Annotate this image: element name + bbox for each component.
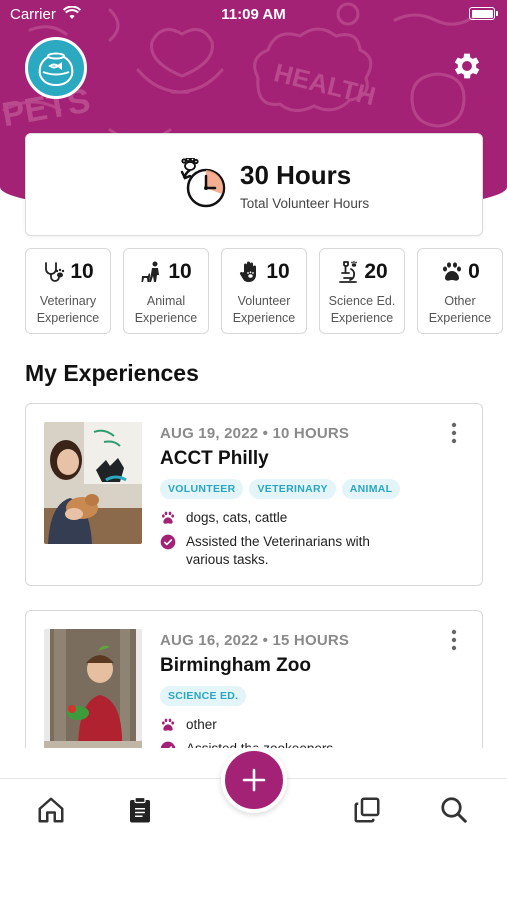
category-label: Science Ed. Experience [328, 294, 396, 325]
doodle-text-health: HEALTH [271, 57, 379, 111]
experience-tags: VOLUNTEER VETERINARY ANIMAL [160, 479, 401, 499]
person-dog-icon [141, 261, 160, 282]
experience-list[interactable]: AUG 19, 2022 • 10 HOURS ACCT Philly VOLU… [0, 403, 507, 748]
experience-animals: dogs, cats, cattle [186, 510, 288, 525]
category-count: 10 [70, 260, 94, 283]
total-hours-card: 30 Hours Total Volunteer Hours [25, 133, 483, 236]
category-tile-other[interactable]: 0 Other Experience [417, 248, 503, 334]
experience-animals-row: other [160, 716, 217, 734]
experience-date-hours: AUG 16, 2022 • 15 HOURS [160, 632, 350, 649]
check-circle-icon [160, 741, 176, 748]
stethoscope-paw-icon [45, 262, 65, 282]
category-label: Veterinary Experience [36, 294, 100, 325]
category-label: Animal Experience [134, 294, 198, 325]
category-tile-veterinary[interactable]: 10 Veterinary Experience [25, 248, 111, 334]
clock-paw-icon [180, 158, 226, 208]
home-icon[interactable] [36, 795, 66, 825]
category-count: 20 [364, 260, 388, 283]
total-hours-label: Total Volunteer Hours [240, 196, 370, 211]
copy-icon[interactable] [352, 795, 382, 825]
battery-icon [469, 7, 498, 20]
paw-icon [162, 718, 174, 731]
search-icon[interactable] [439, 795, 469, 825]
status-bar: Carrier 11:09 AM [0, 0, 507, 30]
category-summary-row: 10 Veterinary Experience 10 Animal Exper… [25, 248, 507, 334]
tag-animal: ANIMAL [341, 479, 401, 499]
experience-card[interactable]: AUG 16, 2022 • 15 HOURS Birmingham Zoo S… [25, 610, 483, 748]
profile-avatar[interactable] [25, 37, 87, 99]
section-title-my-experiences: My Experiences [25, 360, 199, 386]
total-hours-value: 30 Hours [240, 160, 352, 190]
experience-photo [44, 422, 142, 544]
category-count: 10 [168, 260, 192, 283]
category-label: Volunteer Experience [232, 294, 296, 325]
experience-description-row: Assisted the zookeepers [160, 740, 410, 748]
experience-animals-row: dogs, cats, cattle [160, 509, 287, 527]
category-tile-science-ed[interactable]: 20 Science Ed. Experience [319, 248, 405, 334]
category-tile-volunteer[interactable]: 10 Volunteer Experience [221, 248, 307, 334]
experience-animals: other [186, 717, 217, 732]
experience-description-row: Assisted the Veterinarians with various … [160, 533, 410, 569]
experience-card[interactable]: AUG 19, 2022 • 10 HOURS ACCT Philly VOLU… [25, 403, 483, 586]
paw-icon [162, 511, 174, 524]
experience-photo [44, 629, 142, 748]
hand-paw-icon [240, 261, 257, 282]
more-options-icon[interactable] [444, 629, 464, 651]
fishbowl-icon [38, 52, 74, 87]
gear-icon[interactable] [450, 49, 484, 83]
experience-title: ACCT Philly [160, 448, 269, 469]
clipboard-icon[interactable] [125, 795, 155, 825]
tag-science-ed: SCIENCE ED. [160, 686, 247, 706]
paw-icon [443, 262, 462, 281]
experience-tags: SCIENCE ED. [160, 686, 247, 706]
experience-date-hours: AUG 19, 2022 • 10 HOURS [160, 425, 350, 442]
category-tile-animal[interactable]: 10 Animal Experience [123, 248, 209, 334]
more-options-icon[interactable] [444, 422, 464, 444]
category-label: Other Experience [428, 294, 492, 325]
tag-volunteer: VOLUNTEER [160, 479, 244, 499]
status-time: 11:09 AM [221, 6, 286, 23]
category-count: 10 [266, 260, 290, 283]
check-circle-icon [160, 534, 176, 550]
add-icon [242, 768, 266, 792]
experience-title: Birmingham Zoo [160, 655, 311, 676]
experience-description: Assisted the Veterinarians with various … [186, 534, 370, 567]
microscope-icon [339, 261, 358, 283]
add-experience-button[interactable] [221, 747, 287, 813]
category-count: 0 [468, 260, 480, 283]
tag-veterinary: VETERINARY [249, 479, 336, 499]
